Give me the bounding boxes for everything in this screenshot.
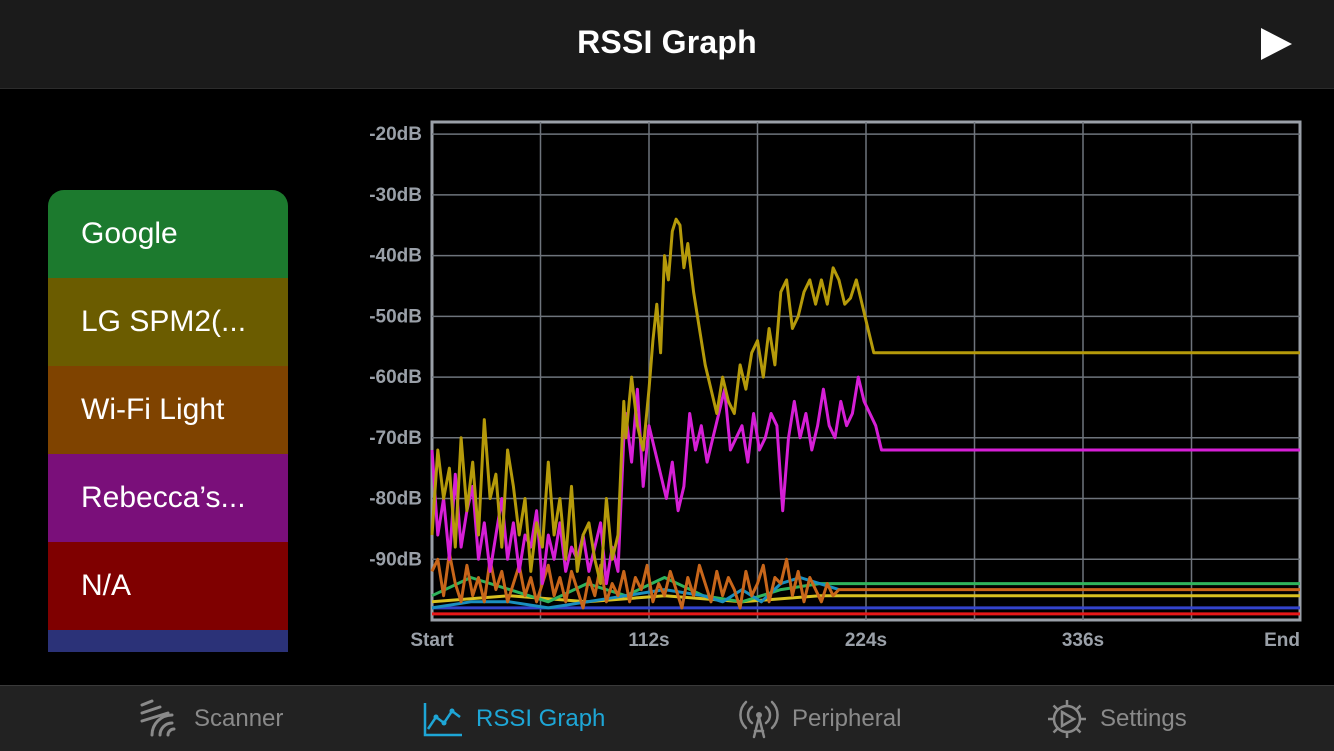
scanner-icon [140, 699, 176, 736]
rssi-chart: -20dB -30dB -40dB -50dB -60dB -70dB -80dB -90dB… [369, 120, 1302, 651]
x-tick-label: 112s [628, 630, 669, 651]
device-legend: Google LG SPM2(... Wi-Fi Light Rebecca’s… [48, 190, 288, 652]
legend-item-wifi-light[interactable]: Wi-Fi Light [48, 366, 288, 454]
legend-item-lg-spm2[interactable]: LG SPM2(... [48, 278, 288, 366]
legend-item-label: N/A [81, 569, 132, 602]
legend-item-label: Wi-Fi Light [81, 393, 225, 426]
legend-item-na[interactable]: N/A [48, 542, 288, 630]
antenna-icon [739, 700, 779, 738]
tab-label: Settings [1100, 704, 1187, 732]
graph-icon [423, 702, 462, 736]
y-tick-label: -20dB [369, 124, 422, 145]
tab-label: RSSI Graph [476, 704, 606, 732]
y-tick-label: -30dB [369, 185, 422, 206]
y-tick-label: -40dB [369, 246, 422, 267]
y-tick-label: -60dB [369, 367, 422, 388]
y-tick-label: -90dB [369, 549, 422, 570]
legend-item-label: Rebecca’s... [81, 481, 246, 514]
tab-bar: Scanner RSSI Graph Peripheral Settings [0, 685, 1334, 751]
play-icon[interactable] [1258, 26, 1294, 62]
x-tick-label: 336s [1062, 630, 1104, 651]
legend-item-label: Google [81, 217, 178, 250]
x-tick-label: 224s [845, 630, 887, 651]
legend-item-rebeccas[interactable]: Rebecca’s... [48, 454, 288, 542]
x-tick-label: Start [410, 630, 454, 651]
tab-peripheral[interactable]: Peripheral [738, 686, 901, 751]
y-tick-label: -50dB [369, 306, 422, 327]
tab-settings[interactable]: Settings [1046, 686, 1187, 751]
page-title: RSSI Graph [577, 24, 757, 60]
tab-scanner[interactable]: Scanner [138, 686, 283, 751]
gear-icon [1048, 699, 1086, 738]
tab-rssi-graph[interactable]: RSSI Graph [422, 686, 605, 751]
legend-item-label: LG SPM2(... [81, 305, 247, 338]
navigation-bar: RSSI Graph [0, 0, 1334, 89]
tab-label: Peripheral [792, 704, 902, 732]
x-tick-label: End [1264, 630, 1300, 651]
legend-item-google[interactable]: Google [48, 190, 288, 278]
tab-label: Scanner [194, 704, 284, 732]
y-tick-label: -70dB [369, 428, 422, 449]
y-tick-label: -80dB [369, 489, 422, 510]
legend-item-partial[interactable] [48, 630, 288, 652]
